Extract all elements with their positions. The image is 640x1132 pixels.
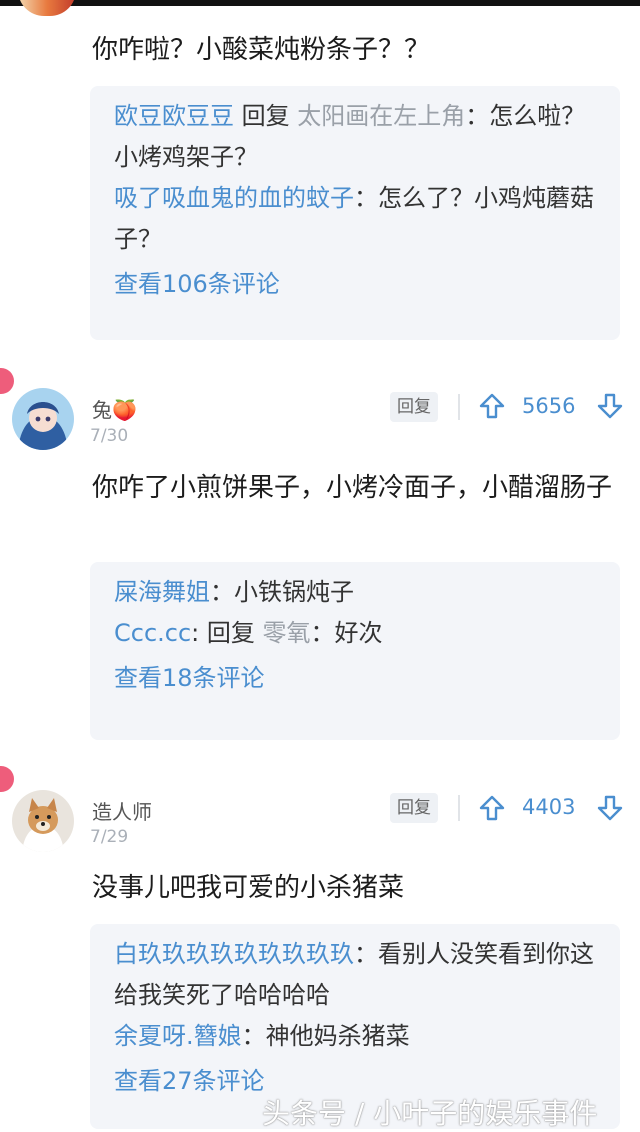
- reply-author[interactable]: 屎海舞姐: [114, 578, 210, 606]
- reply-button[interactable]: 回复: [390, 793, 438, 823]
- divider: [458, 795, 460, 821]
- reply-button[interactable]: 回复: [390, 392, 438, 422]
- view-more-link[interactable]: 查看18条评论: [114, 656, 596, 700]
- reply-target[interactable]: 太阳画在左上角: [297, 102, 465, 130]
- thumb-down-arrow-icon[interactable]: [596, 794, 624, 822]
- comment-text: 没事儿吧我可爱的小杀猪菜: [92, 873, 405, 903]
- reply-separator: 回复: [234, 102, 298, 130]
- reply-author[interactable]: 吸了吸血鬼的血的蚊子: [114, 184, 354, 212]
- avatar[interactable]: [12, 388, 74, 450]
- comment-text: 你咋啦？小酸菜炖粉条子？？: [92, 35, 431, 65]
- top-status-strip: [0, 0, 640, 6]
- comment-date: 7/30: [90, 426, 129, 446]
- hot-tag-icon: [0, 766, 14, 792]
- reply-author[interactable]: Ccc.cc: [114, 619, 191, 647]
- vote-count: 5656: [522, 394, 576, 418]
- user-name[interactable]: 兔🍑: [92, 394, 137, 423]
- previous-user-avatar[interactable]: [18, 0, 76, 16]
- reply-body: ：小铁锅炖子: [210, 578, 354, 606]
- reply-author[interactable]: 白玖玖玖玖玖玖玖玖玖: [114, 940, 354, 968]
- reply-author[interactable]: 欧豆欧豆豆: [114, 102, 234, 130]
- view-more-link[interactable]: 查看106条评论: [114, 262, 596, 306]
- reply-item[interactable]: 吸了吸血鬼的血的蚊子：怎么了？小鸡炖蘑菇子？: [114, 178, 596, 260]
- reply-body: ：好次: [310, 619, 383, 647]
- vote-count: 4403: [522, 795, 576, 819]
- reply-item[interactable]: 白玖玖玖玖玖玖玖玖玖：看别人没笑看到你这给我笑死了哈哈哈哈: [114, 934, 596, 1016]
- reply-separator: : 回复: [191, 619, 263, 647]
- thumb-up-arrow-icon[interactable]: [478, 392, 506, 420]
- reply-box[interactable]: 欧豆欧豆豆 回复 太阳画在左上角：怎么啦？小烤鸡架子？ 吸了吸血鬼的血的蚊子：怎…: [90, 86, 620, 340]
- divider: [458, 394, 460, 420]
- avatar[interactable]: [12, 790, 74, 852]
- reply-author[interactable]: 余夏呀.簪娘: [114, 1022, 242, 1050]
- reply-item[interactable]: 屎海舞姐：小铁锅炖子: [114, 572, 596, 613]
- reply-target[interactable]: 零氧: [263, 619, 311, 647]
- reply-item[interactable]: 余夏呀.簪娘：神他妈杀猪菜: [114, 1016, 596, 1057]
- reply-box[interactable]: 屎海舞姐：小铁锅炖子 Ccc.cc: 回复 零氧：好次 查看18条评论: [90, 562, 620, 740]
- hot-tag-icon: [0, 368, 14, 394]
- comment-date: 7/29: [90, 827, 129, 847]
- reply-body: ：神他妈杀猪菜: [241, 1022, 410, 1050]
- reply-item[interactable]: Ccc.cc: 回复 零氧：好次: [114, 613, 596, 654]
- thumb-up-arrow-icon[interactable]: [478, 794, 506, 822]
- thumb-down-arrow-icon[interactable]: [596, 392, 624, 420]
- comment-text: 你咋了小煎饼果子，小烤冷面子，小醋溜肠子: [92, 473, 613, 503]
- watermark: 头条号 / 小叶子的娱乐事件: [262, 1097, 598, 1130]
- user-name[interactable]: 造人师: [92, 796, 152, 825]
- reply-item[interactable]: 欧豆欧豆豆 回复 太阳画在左上角：怎么啦？小烤鸡架子？: [114, 96, 596, 178]
